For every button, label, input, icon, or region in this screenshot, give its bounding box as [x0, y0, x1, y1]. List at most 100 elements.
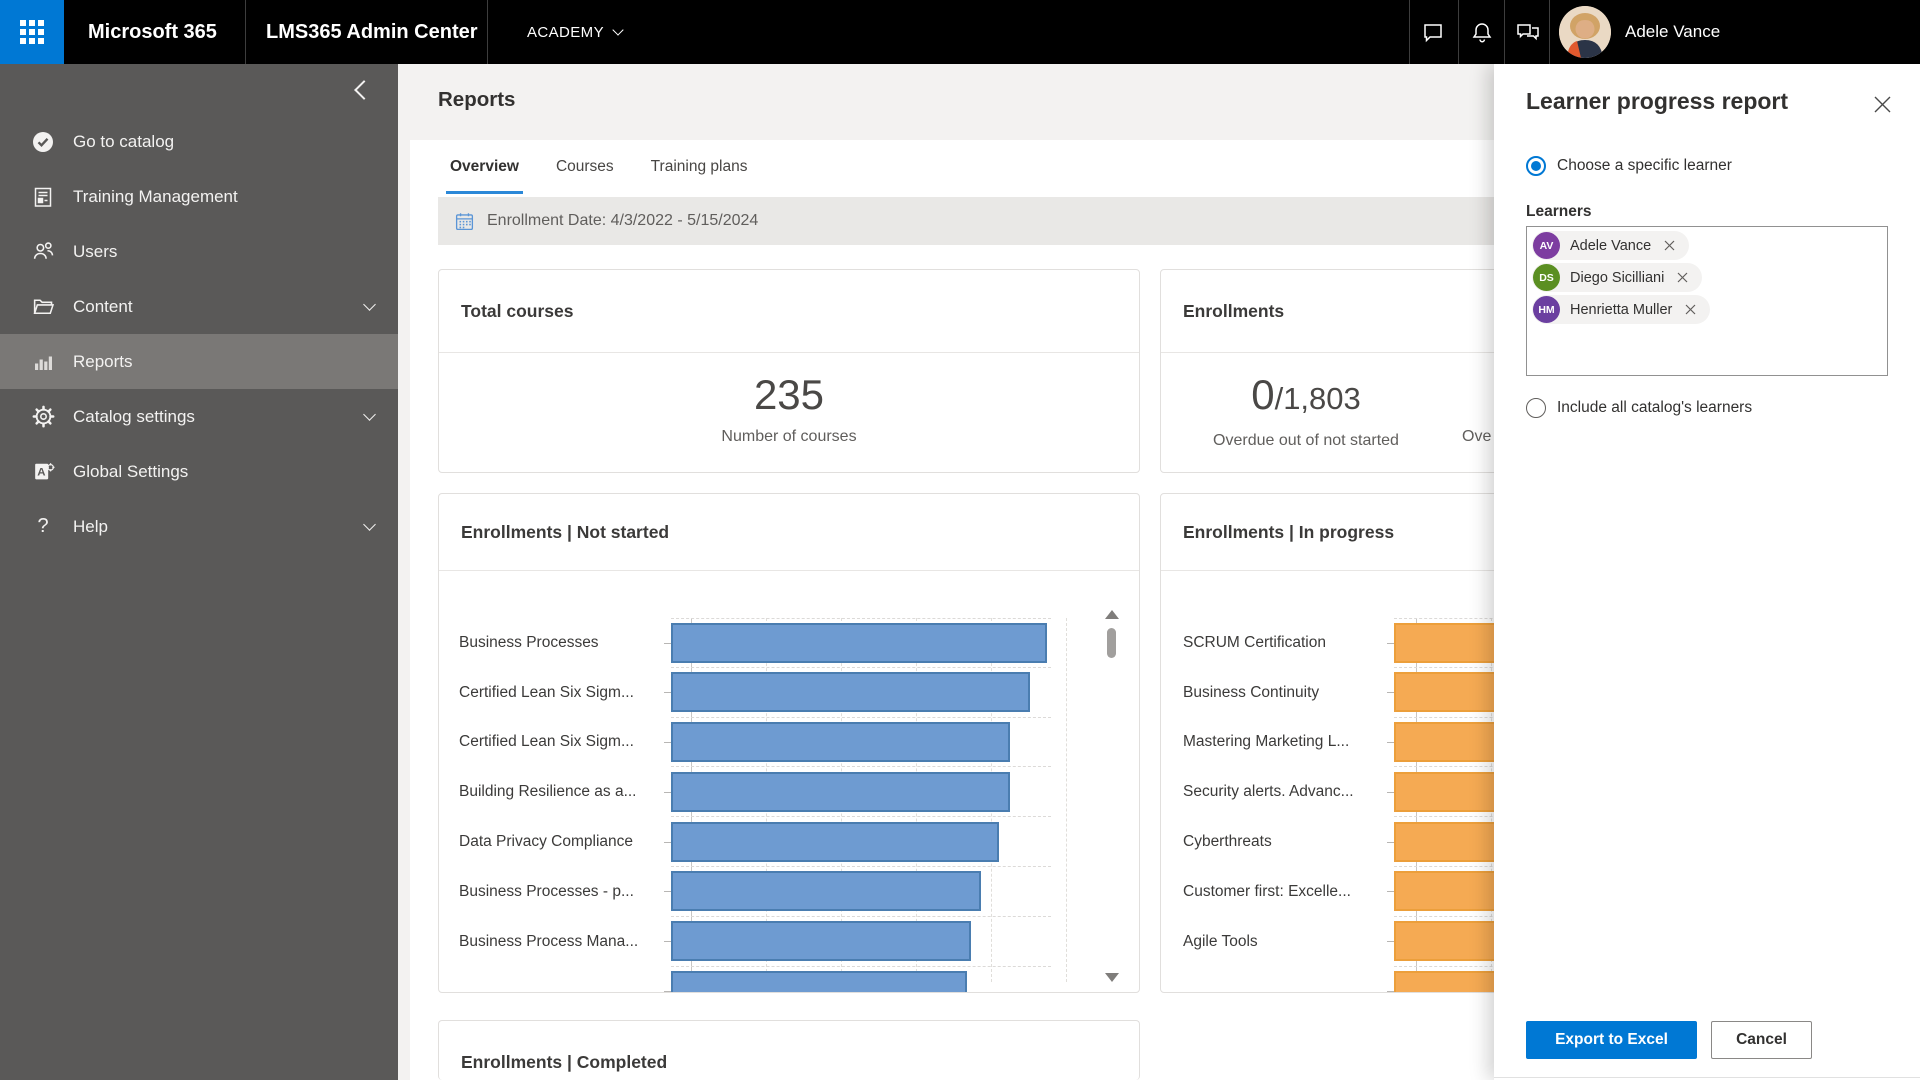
remove-learner-button[interactable]	[1682, 302, 1698, 318]
catalog-check-icon	[30, 129, 56, 155]
bar-not-started[interactable]	[671, 921, 971, 961]
card-title: Enrollments | Completed	[439, 1021, 1139, 1080]
card-total-courses: Total courses 235 Number of courses	[438, 269, 1140, 473]
cancel-button[interactable]: Cancel	[1711, 1021, 1812, 1059]
avatar: AV	[1533, 232, 1560, 259]
chart-row: Data Privacy Compliance	[439, 817, 1139, 867]
topbar-divider	[245, 0, 246, 64]
waffle-icon	[20, 20, 44, 44]
category-label: Business Process Mana...	[439, 933, 671, 951]
bar-not-started[interactable]	[671, 822, 999, 862]
bar-not-started[interactable]	[671, 722, 1010, 762]
sidebar-item-help[interactable]: ? Help	[0, 499, 398, 554]
avatar: DS	[1533, 264, 1560, 291]
panel-bottom-divider	[1494, 1077, 1920, 1078]
bar-not-started[interactable]	[671, 971, 967, 993]
learner-chip: DS Diego Sicilliani	[1532, 263, 1702, 292]
bar-not-started[interactable]	[671, 772, 1010, 812]
gear-icon	[30, 404, 56, 430]
sidebar-nav: Go to catalog Training Management Users …	[0, 114, 398, 554]
users-icon	[30, 239, 56, 265]
enrollments-caption: Overdue out of not started	[1161, 432, 1451, 450]
help-icon: ?	[30, 514, 56, 540]
training-doc-icon	[30, 184, 56, 210]
card-enrollments-completed: Enrollments | Completed	[438, 1020, 1140, 1080]
radio-unselected-icon[interactable]	[1526, 398, 1546, 418]
enrollments-value: 0/1,803	[1161, 371, 1451, 423]
chart-row: Building Resilience as a...	[439, 767, 1139, 817]
remove-icon	[1664, 240, 1675, 251]
category-label: Security alerts. Advanc...	[1161, 783, 1394, 801]
chat-button[interactable]	[1410, 0, 1456, 64]
radio-selected-icon[interactable]	[1526, 156, 1546, 176]
tab-overview[interactable]: Overview	[448, 140, 521, 194]
tab-courses[interactable]: Courses	[554, 140, 616, 194]
total-courses-value: 235	[439, 371, 1139, 419]
bell-icon	[1470, 20, 1494, 44]
chevron-down-icon	[612, 24, 623, 35]
category-label: Data Privacy Compliance	[439, 833, 671, 851]
sidebar-item-content[interactable]: Content	[0, 279, 398, 334]
sidebar-item-label: Go to catalog	[73, 132, 174, 152]
sidebar-item-label: Reports	[73, 352, 133, 372]
chevron-down-icon	[363, 518, 376, 531]
report-tabs: Overview Courses Training plans	[448, 140, 782, 194]
sidebar-item-label: Catalog settings	[73, 407, 195, 427]
sidebar-item-training-management[interactable]: Training Management	[0, 169, 398, 224]
learners-picker[interactable]: AV Adele Vance DS Diego Sicilliani HM He…	[1526, 226, 1888, 376]
scroll-up-icon[interactable]	[1105, 610, 1119, 619]
sidebar-item-label: Global Settings	[73, 462, 188, 482]
bar-not-started[interactable]	[671, 871, 981, 911]
chat-icon	[1421, 20, 1445, 44]
sidebar-item-go-to-catalog[interactable]: Go to catalog	[0, 114, 398, 169]
user-name: Adele Vance	[1625, 0, 1720, 64]
sidebar: Go to catalog Training Management Users …	[0, 64, 398, 1080]
sidebar-item-catalog-settings[interactable]: Catalog settings	[0, 389, 398, 444]
remove-learner-button[interactable]	[1661, 238, 1677, 254]
app-launcher-button[interactable]	[0, 0, 64, 64]
chevron-down-icon	[363, 298, 376, 311]
app-title: LMS365 Admin Center	[266, 0, 478, 64]
radio-include-all-learners[interactable]: Include all catalog's learners	[1526, 398, 1752, 418]
close-icon	[1874, 96, 1891, 113]
scroll-down-icon[interactable]	[1105, 973, 1119, 982]
panel-title: Learner progress report	[1526, 88, 1788, 115]
learner-progress-report-panel: Learner progress report Choose a specifi…	[1494, 64, 1920, 1080]
total-courses-caption: Number of courses	[439, 428, 1139, 446]
bar-not-started[interactable]	[671, 672, 1030, 712]
category-label: Certified Lean Six Sigm...	[439, 733, 671, 751]
tab-training-plans[interactable]: Training plans	[649, 140, 750, 194]
learner-chip: HM Henrietta Muller	[1532, 295, 1710, 324]
card-title: Enrollments | Not started	[439, 494, 1139, 571]
category-label: Cyberthreats	[1161, 833, 1394, 851]
radio-choose-specific-learner[interactable]: Choose a specific learner	[1526, 156, 1732, 176]
card-title: Total courses	[439, 270, 1139, 353]
sidebar-item-global-settings[interactable]: A Global Settings	[0, 444, 398, 499]
sidebar-item-label: Training Management	[73, 187, 238, 207]
export-to-excel-button[interactable]: Export to Excel	[1526, 1021, 1697, 1059]
scrollbar-thumb[interactable]	[1107, 628, 1116, 658]
feedback-button[interactable]	[1505, 0, 1551, 64]
not-started-bar-chart: Business Processes Certified Lean Six Si…	[439, 571, 1139, 992]
global-settings-icon: A	[30, 459, 56, 485]
avatar: HM	[1533, 296, 1560, 323]
top-bar: Microsoft 365 LMS365 Admin Center ACADEM…	[0, 0, 1920, 64]
catalog-selector[interactable]: ACADEMY	[527, 0, 622, 64]
sidebar-item-label: Content	[73, 297, 133, 317]
user-avatar[interactable]	[1559, 6, 1611, 58]
sidebar-item-reports[interactable]: Reports	[0, 334, 398, 389]
avatar-image	[1559, 6, 1611, 58]
page-title: Reports	[438, 88, 515, 112]
chart-scrollbar[interactable]	[1103, 606, 1120, 986]
category-label: Certified Lean Six Sigm...	[439, 684, 671, 702]
sidebar-collapse-button[interactable]	[348, 78, 374, 104]
chart-row: Certified Lean Six Sigm...	[439, 718, 1139, 768]
category-label: Business Continuity	[1161, 684, 1394, 702]
notifications-button[interactable]	[1459, 0, 1505, 64]
remove-learner-button[interactable]	[1674, 270, 1690, 286]
bar-not-started[interactable]	[671, 623, 1047, 663]
category-label: Mastering Marketing L...	[1161, 733, 1394, 751]
sidebar-item-users[interactable]: Users	[0, 224, 398, 279]
card-enrollments-not-started: Enrollments | Not started Business Proce…	[438, 493, 1140, 993]
close-button[interactable]	[1870, 92, 1894, 116]
